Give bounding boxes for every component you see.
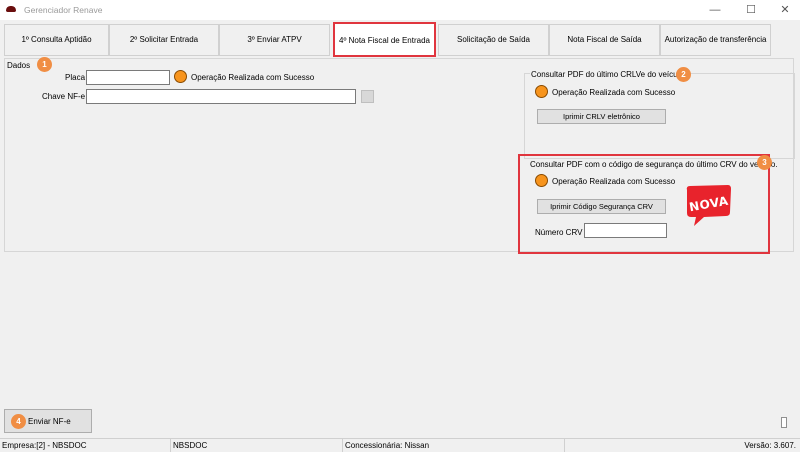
tab-consulta-aptidao[interactable]: 1º Consulta Aptidão	[4, 24, 109, 56]
placa-status-text: Operação Realizada com Sucesso	[191, 73, 315, 82]
crlv-title: Consultar PDF do último CRLVe do veículo…	[530, 70, 688, 79]
tab-bar: 1º Consulta Aptidão 2º Solicitar Entrada…	[0, 20, 800, 58]
window-title: Gerenciador Renave	[24, 5, 103, 15]
close-icon[interactable]: ✕	[770, 2, 800, 18]
status-indicator-icon	[174, 70, 187, 83]
dados-group-label: Dados	[7, 61, 31, 70]
resize-handle-icon[interactable]	[781, 417, 787, 428]
crv-title: Consultar PDF com o código de segurança …	[530, 160, 778, 169]
status-database: NBSDOC	[171, 439, 343, 452]
numero-crv-label: Número CRV	[535, 228, 583, 237]
tab-nota-fiscal-saida[interactable]: Nota Fiscal de Saída	[549, 24, 660, 56]
tab-enviar-atpv[interactable]: 3º Enviar ATPV	[219, 24, 330, 56]
title-bar: Gerenciador Renave — ☐ ✕	[0, 0, 800, 20]
chave-nfe-input[interactable]	[86, 89, 356, 104]
crlv-status-icon	[535, 85, 548, 98]
maximize-icon[interactable]: ☐	[736, 2, 766, 18]
tab-nota-fiscal-entrada[interactable]: 4º Nota Fiscal de Entrada	[333, 22, 436, 57]
step-badge-1: 1	[37, 57, 52, 72]
chave-nfe-label: Chave NF-e	[42, 92, 86, 101]
step-badge-3: 3	[757, 155, 772, 170]
crv-status-text: Operação Realizada com Sucesso	[552, 177, 676, 186]
send-nfe-button[interactable]: 4 Enviar NF-e	[4, 409, 92, 433]
status-bar: Empresa:[2] - NBSDOC NBSDOC Concessionár…	[0, 438, 800, 452]
print-crlv-button[interactable]: Iprimir CRLV eletrônico	[537, 109, 666, 124]
send-nfe-label: Enviar NF-e	[28, 417, 71, 426]
app-icon	[6, 6, 16, 12]
step-badge-4: 4	[11, 414, 26, 429]
tab-solicitar-entrada[interactable]: 2º Solicitar Entrada	[109, 24, 219, 56]
print-crv-code-button[interactable]: Iprimir Código Segurança CRV	[537, 199, 666, 214]
nova-badge: NOVA	[684, 184, 732, 228]
crv-status-icon	[535, 174, 548, 187]
step-badge-2: 2	[676, 67, 691, 82]
placa-label: Placa	[65, 73, 86, 82]
tab-autorizacao-transferencia[interactable]: Autorização de transferência	[660, 24, 771, 56]
crlv-status-text: Operação Realizada com Sucesso	[552, 88, 676, 97]
placa-input[interactable]	[86, 70, 170, 85]
minimize-icon[interactable]: —	[700, 2, 730, 18]
numero-crv-input[interactable]	[584, 223, 667, 238]
tab-solicitacao-saida[interactable]: Solicitação de Saída	[438, 24, 549, 56]
status-empresa: Empresa:[2] - NBSDOC	[0, 439, 171, 452]
status-versao: Versão: 3.607.	[744, 441, 796, 450]
status-concessionaria: Concessionária: Nissan	[343, 439, 565, 452]
chave-lookup-button[interactable]	[361, 90, 374, 103]
